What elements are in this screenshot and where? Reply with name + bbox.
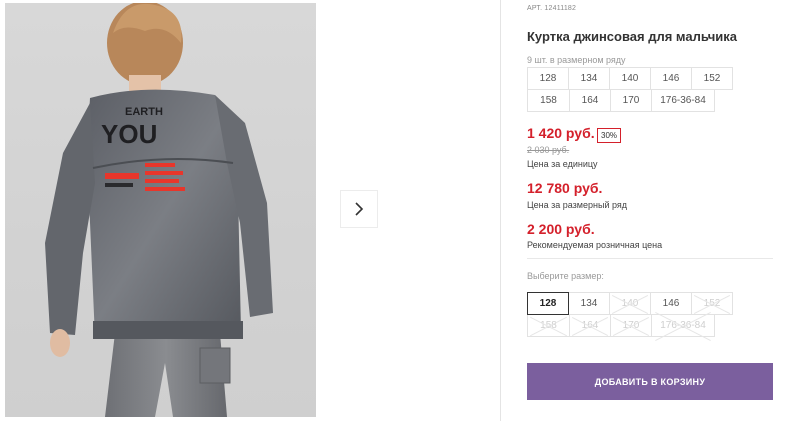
discount-badge: 30% [597,128,622,143]
section-divider [527,258,773,259]
add-to-cart-button[interactable]: ДОБАВИТЬ В КОРЗИНУ [527,363,773,400]
size-row-cell: 158 [527,89,570,112]
size-row-cell: 176-36-84 [651,89,715,112]
size-option-140: 140 [609,292,651,315]
size-option-128[interactable]: 128 [527,292,569,315]
size-row-grid: 128 134 140 146 152 158 164 170 176-36-8… [527,67,773,112]
size-selector: 128 134 140 146 152 158 164 170 176-36-8… [527,292,773,337]
retail-price: 2 200 руб. [527,221,595,237]
row-price-label: Цена за размерный ряд [527,200,628,210]
size-row-cell: 152 [691,67,733,90]
size-row-cell: 164 [569,89,611,112]
size-row-cell: 128 [527,67,569,90]
size-row-cell: 134 [568,67,610,90]
photo-illustration: YOU EARTH [45,3,273,417]
size-option-152: 152 [691,292,733,315]
row-price: 12 780 руб. [527,180,603,196]
product-title: Куртка джинсовая для мальчика [527,29,737,44]
unit-price-label: Цена за единицу [527,159,598,169]
retail-price-label: Рекомендуемая розничная цена [527,240,663,250]
size-row-cell: 140 [609,67,651,90]
product-photo[interactable]: YOU EARTH [5,3,316,417]
size-select-label: Выберите размер: [527,271,604,281]
size-option-164: 164 [569,314,611,337]
size-row-cell: 170 [610,89,652,112]
size-option-176-36-84: 176-36-84 [651,314,715,337]
jacket-print-earth: EARTH [125,106,163,118]
article-number: АРТ. 12411182 [527,5,577,12]
next-image-button[interactable] [340,190,378,228]
size-row-count: 9 шт. в размерном ряду [527,55,626,65]
jacket-print-you: YOU [101,119,157,149]
size-option-158: 158 [527,314,570,337]
unit-price: 1 420 руб. [527,125,595,141]
size-option-134[interactable]: 134 [568,292,610,315]
old-price: 2 030 руб. [527,145,570,155]
size-option-170: 170 [610,314,652,337]
product-gallery: YOU EARTH [0,0,505,421]
gallery-divider [500,0,501,421]
size-row-cell: 146 [650,67,692,90]
chevron-right-icon [355,202,364,216]
